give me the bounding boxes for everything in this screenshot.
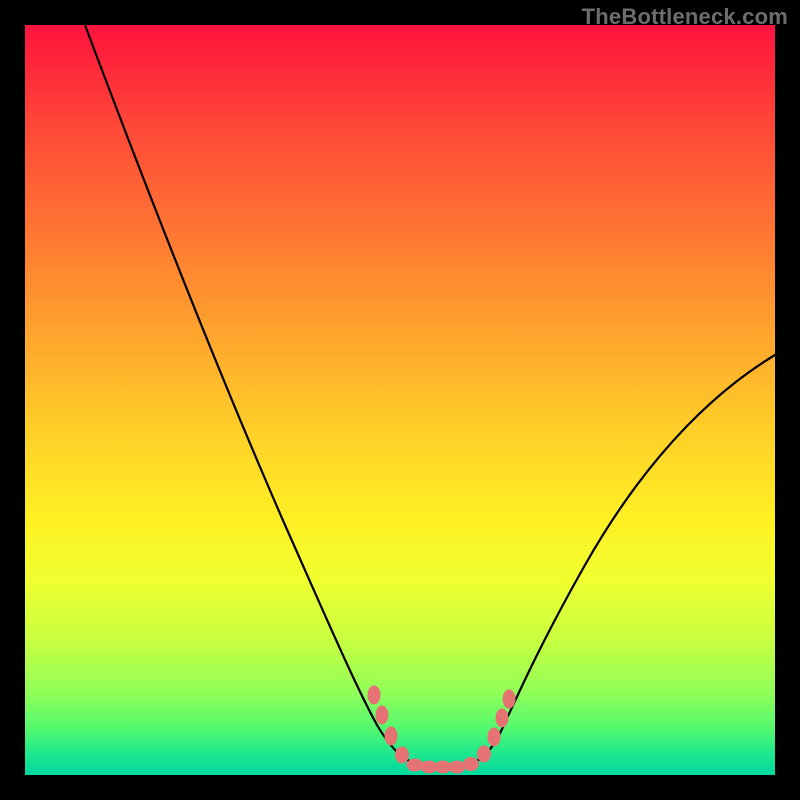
marker-dot [488, 728, 500, 746]
plot-area [25, 25, 775, 775]
marker-dot [368, 686, 380, 704]
marker-dot [478, 746, 491, 762]
marker-dot [385, 727, 397, 745]
marker-dot [496, 709, 508, 727]
marker-dot [503, 690, 515, 708]
marker-dot [464, 758, 479, 771]
marker-dot [396, 747, 409, 763]
curve-path [85, 25, 775, 767]
chart-frame: TheBottleneck.com [0, 0, 800, 800]
marker-dot [376, 706, 388, 724]
marker-dot [407, 759, 423, 771]
watermark-text: TheBottleneck.com [582, 4, 788, 30]
marker-dot [449, 761, 465, 773]
bottleneck-curve [25, 25, 775, 775]
